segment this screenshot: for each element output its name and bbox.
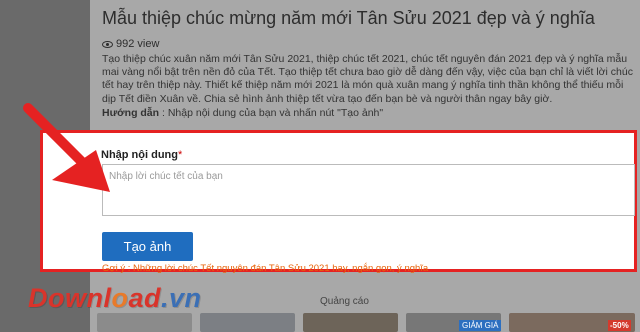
suggestion-link[interactable]: Gợi ý : Những lời chúc Tết nguyên đán Tâ… bbox=[102, 263, 428, 274]
greeting-form-highlight: Nhập nội dung* Tạo ảnh Gợi ý : Những lời… bbox=[40, 130, 637, 274]
download-vn-logo: Download.vn bbox=[28, 283, 202, 313]
ad-sale-badge: GIẢM GIÁ bbox=[459, 320, 502, 331]
view-count: 992 view bbox=[102, 38, 159, 50]
ad-discount-badge: -50% bbox=[608, 320, 631, 331]
ad-item[interactable] bbox=[303, 313, 398, 332]
instructions-text: : Nhập nội dung của bạn và nhấn nút "Tạo… bbox=[159, 107, 384, 119]
eye-icon bbox=[102, 40, 113, 48]
content-field-label-text: Nhập nội dung bbox=[101, 149, 178, 161]
greeting-textarea[interactable] bbox=[102, 164, 635, 216]
ads-label: Quảng cáo bbox=[320, 296, 369, 307]
required-mark: * bbox=[177, 149, 183, 161]
view-count-text: 992 view bbox=[116, 38, 160, 50]
article-description: Tạo thiệp chúc xuân năm mới Tân Sửu 2021… bbox=[102, 53, 633, 105]
create-image-button[interactable]: Tạo ảnh bbox=[102, 232, 193, 261]
ad-item[interactable] bbox=[200, 313, 295, 332]
ad-strip bbox=[90, 313, 640, 332]
instructions: Hướng dẫn : Nhập nội dung của bạn và nhấ… bbox=[102, 107, 383, 119]
content-field-label: Nhập nội dung* bbox=[101, 149, 182, 161]
instructions-label: Hướng dẫn bbox=[102, 107, 160, 119]
article-title: Mẫu thiệp chúc mừng năm mới Tân Sửu 2021… bbox=[102, 8, 595, 28]
ad-item[interactable] bbox=[97, 313, 192, 332]
